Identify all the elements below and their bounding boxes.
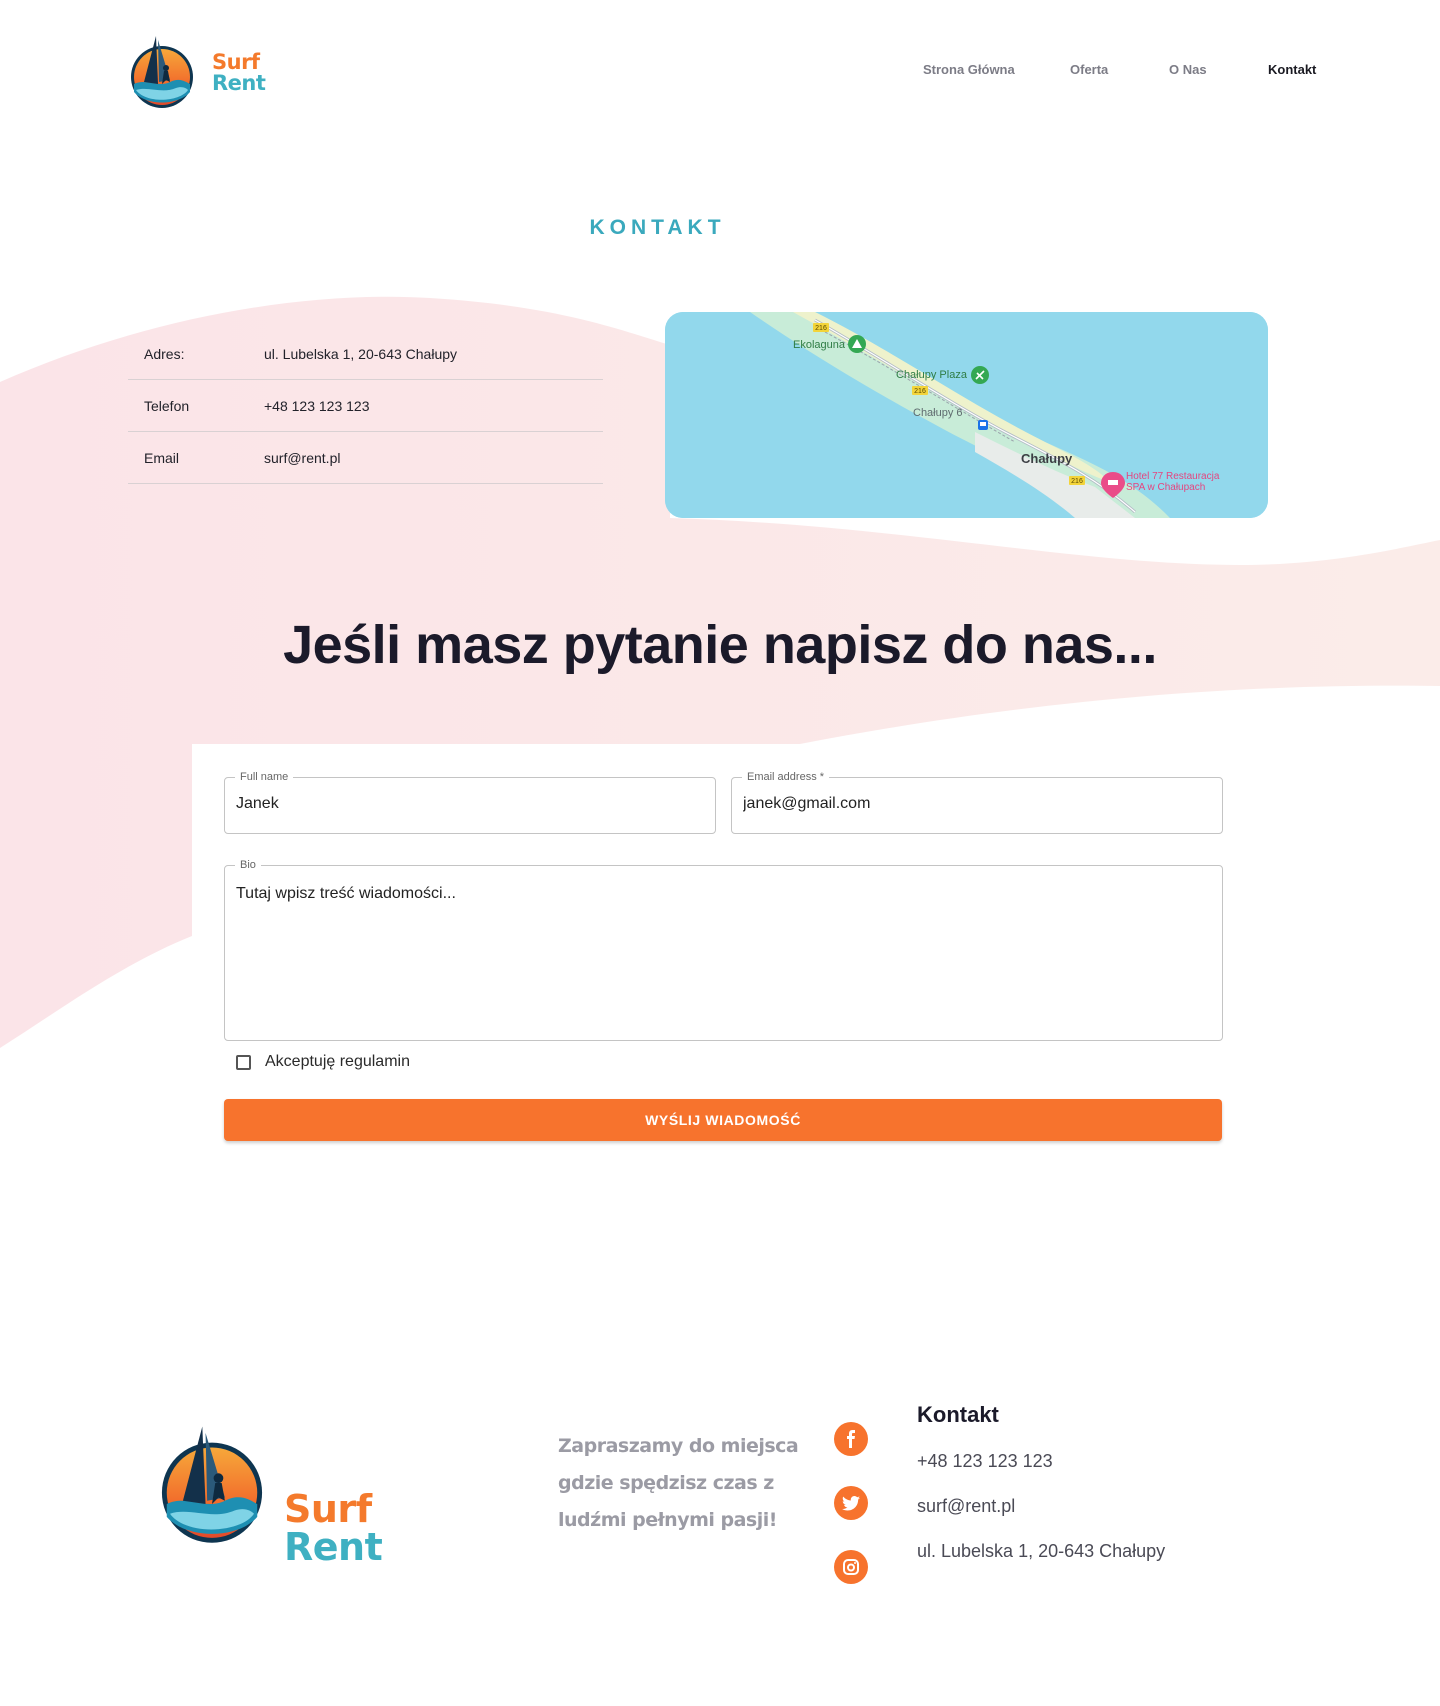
map-label-chalupy-6: Chałupy 6 bbox=[913, 407, 963, 419]
footer-contact-title: Kontakt bbox=[917, 1402, 999, 1427]
main-nav: Strona Główna Oferta O Nas Kontakt bbox=[0, 62, 1440, 86]
surfer-logo-icon bbox=[161, 1426, 263, 1543]
brand-name-line1: Surf bbox=[284, 1487, 372, 1531]
location-map[interactable]: 216 216 216 Ekolaguna Chałupy Plaza Chał… bbox=[665, 312, 1268, 518]
contact-info-table: Adres: ul. Lubelska 1, 20-643 Chałupy Te… bbox=[128, 328, 603, 484]
footer-brand-logo[interactable]: Surf Rent bbox=[156, 1420, 383, 1566]
footer-phone: +48 123 123 123 bbox=[917, 1451, 1053, 1471]
submit-button[interactable]: WYŚLIJ WIADOMOŚĆ bbox=[224, 1099, 1222, 1141]
map-label-chalupy-plaza: Chałupy Plaza bbox=[896, 369, 968, 381]
contact-value: ul. Lubelska 1, 20-643 Chałupy bbox=[264, 346, 458, 362]
nav-item-strona-glowna[interactable]: Strona Główna bbox=[923, 62, 1015, 77]
nav-item-oferta[interactable]: Oferta bbox=[1070, 62, 1108, 77]
footer-address: ul. Lubelska 1, 20-643 Chałupy bbox=[917, 1541, 1166, 1561]
instagram-icon[interactable] bbox=[834, 1550, 868, 1584]
email-input[interactable] bbox=[743, 794, 1203, 814]
map-road-label: 216 bbox=[815, 325, 827, 332]
section-title-kontakt: KONTAKT bbox=[589, 216, 726, 239]
bio-label: Bio bbox=[235, 857, 261, 873]
map-label-chalupy: Chałupy bbox=[1021, 451, 1073, 466]
contact-row-phone: Telefon +48 123 123 123 bbox=[128, 380, 603, 432]
footer-brand-wordmark: Surf Rent bbox=[284, 1487, 383, 1569]
brand-name-line2: Rent bbox=[284, 1525, 383, 1569]
contact-label: Telefon bbox=[144, 398, 190, 414]
footer-tagline: Zapraszamy do miejsca gdzie spędzisz cza… bbox=[558, 1435, 799, 1531]
email-label: Email address * bbox=[742, 769, 830, 785]
map-road-label: 216 bbox=[1071, 478, 1083, 485]
contact-label: Email bbox=[144, 450, 180, 466]
contact-value: surf@rent.pl bbox=[264, 450, 341, 466]
nav-item-kontakt[interactable]: Kontakt bbox=[1268, 62, 1316, 77]
full-name-input[interactable] bbox=[236, 794, 696, 814]
email-field[interactable]: Email address * bbox=[731, 769, 1223, 834]
full-name-field[interactable]: Full name bbox=[224, 769, 716, 834]
footer-email[interactable]: surf@rent.pl bbox=[917, 1496, 1015, 1517]
map-label-ekolaguna: Ekolaguna bbox=[793, 339, 846, 351]
terms-checkbox-row[interactable]: Akceptuję regulamin bbox=[236, 1052, 410, 1072]
map-label-hotel-line1: Hotel 77 Restauracja bbox=[1126, 471, 1220, 482]
map-road-label: 216 bbox=[914, 388, 926, 395]
map-canvas: 216 216 216 Ekolaguna Chałupy Plaza Chał… bbox=[665, 312, 1268, 518]
twitter-icon[interactable] bbox=[834, 1486, 868, 1520]
map-label-hotel-line2: SPA w Chałupach bbox=[1126, 482, 1205, 493]
form-heading: Jeśli masz pytanie napisz do nas... bbox=[283, 615, 1157, 675]
bio-field[interactable]: Bio Tutaj wpisz treść wiadomości... bbox=[224, 857, 1223, 1041]
terms-checkbox-label[interactable]: Akceptuję regulamin bbox=[265, 1053, 410, 1071]
contact-value: +48 123 123 123 bbox=[264, 398, 370, 414]
contact-label: Adres: bbox=[144, 346, 185, 362]
contact-row-address: Adres: ul. Lubelska 1, 20-643 Chałupy bbox=[128, 328, 603, 380]
nav-item-o-nas[interactable]: O Nas bbox=[1169, 62, 1207, 77]
full-name-label: Full name bbox=[235, 769, 294, 785]
contact-row-email: Email surf@rent.pl bbox=[128, 432, 603, 484]
site-header: Surf Rent Strona Główna Oferta O Nas Kon… bbox=[0, 0, 1440, 150]
facebook-icon[interactable] bbox=[834, 1422, 868, 1456]
terms-checkbox[interactable] bbox=[236, 1054, 251, 1070]
bio-textarea[interactable]: Tutaj wpisz treść wiadomości... bbox=[236, 884, 1196, 904]
site-footer: Surf Rent Zapraszamy do miejsca gdzie sp… bbox=[0, 1380, 1440, 1680]
